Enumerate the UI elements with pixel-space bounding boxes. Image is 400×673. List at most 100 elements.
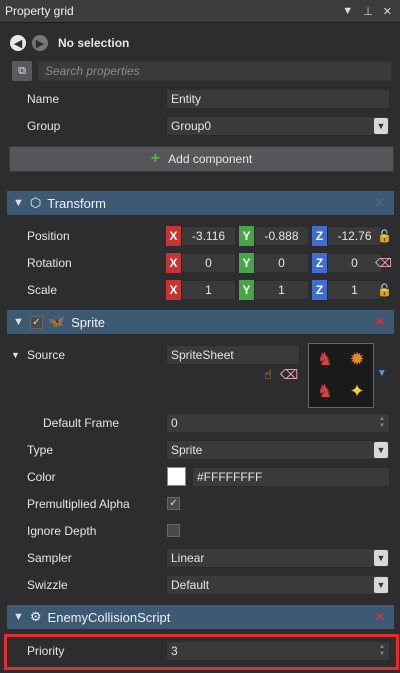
- color-field[interactable]: #FFFFFFFF: [192, 466, 390, 487]
- rotation-row: Rotation X0 Y0 Z0 ⌫: [0, 249, 400, 276]
- color-label: Color: [27, 469, 56, 484]
- scale-vector: X1 Y1 Z1: [166, 279, 390, 300]
- hand-pointer-icon[interactable]: ☝: [264, 367, 272, 383]
- copy-properties-icon[interactable]: ⧉: [12, 61, 32, 81]
- collapse-triangle-icon[interactable]: ▼: [13, 611, 24, 623]
- chevron-down-icon: ▼: [374, 441, 388, 458]
- pin-icon[interactable]: ⊥: [363, 5, 373, 18]
- type-row: Type Sprite ▼: [0, 436, 400, 463]
- scale-y-field[interactable]: 1: [254, 279, 309, 300]
- search-input[interactable]: [38, 61, 392, 81]
- sprite-section-header[interactable]: ▼ ✓ 🦋 Sprite ✕: [7, 310, 394, 334]
- transform-section-header[interactable]: ▼ ⬡ Transform ✕: [7, 191, 394, 215]
- rotation-z-field[interactable]: 0: [327, 252, 382, 273]
- group-label: Group: [27, 118, 61, 133]
- expand-triangle-icon[interactable]: ▼: [11, 350, 20, 360]
- spinner-icon[interactable]: ▲ ▼: [377, 415, 387, 431]
- selection-title: No selection: [58, 36, 130, 50]
- sprite-frame-image: ♞: [316, 380, 334, 401]
- forward-arrow-icon[interactable]: ▶: [32, 35, 48, 51]
- script-section-header[interactable]: ▼ ⚙ EnemyCollisionScript ✕: [7, 605, 394, 629]
- butterfly-icon: 🦋: [48, 314, 66, 329]
- transform-title: Transform: [47, 195, 106, 211]
- position-x-field[interactable]: -3.116: [181, 225, 236, 246]
- default-frame-row: Default Frame 0 ▲ ▼: [0, 409, 400, 436]
- position-z-field[interactable]: -12.76: [327, 225, 382, 246]
- sprite-title: Sprite: [71, 314, 106, 330]
- name-field[interactable]: Entity: [166, 88, 390, 109]
- search-row: ⧉: [0, 59, 400, 83]
- axis-y-label: Y: [239, 252, 254, 273]
- eraser-icon[interactable]: ⌫: [280, 367, 298, 383]
- panel-titlebar: Property grid ▼ ⊥ ✕: [0, 0, 400, 23]
- chevron-down-icon[interactable]: ▼: [342, 5, 353, 18]
- preview-dropdown-icon[interactable]: ▼: [377, 368, 387, 379]
- scale-x-field[interactable]: 1: [181, 279, 236, 300]
- rotation-y-field[interactable]: 0: [254, 252, 309, 273]
- premultiplied-alpha-label: Premultiplied Alpha: [27, 496, 130, 511]
- axis-y-label: Y: [239, 225, 254, 246]
- source-actions: ☝ ⌫: [264, 367, 298, 383]
- sampler-row: Sampler Linear ▼: [0, 544, 400, 571]
- add-component-button[interactable]: + Add component: [9, 146, 394, 172]
- remove-component-icon[interactable]: ✕: [374, 314, 385, 330]
- rotation-x-field[interactable]: 0: [181, 252, 236, 273]
- sampler-dropdown[interactable]: Linear ▼: [166, 547, 390, 568]
- default-frame-label: Default Frame: [43, 415, 120, 430]
- collapse-triangle-icon[interactable]: ▼: [13, 316, 24, 328]
- group-dropdown[interactable]: Group0 ▼: [166, 115, 390, 136]
- swizzle-dropdown[interactable]: Default ▼: [166, 574, 390, 595]
- remove-component-icon[interactable]: ✕: [374, 609, 385, 625]
- close-icon[interactable]: ✕: [383, 5, 392, 18]
- swizzle-label: Swizzle: [27, 577, 68, 592]
- remove-component-icon: ✕: [374, 195, 385, 210]
- type-dropdown[interactable]: Sprite ▼: [166, 439, 390, 460]
- premultiplied-alpha-checkbox[interactable]: ✓: [167, 497, 180, 510]
- name-label: Name: [27, 91, 60, 106]
- scale-label: Scale: [27, 282, 58, 297]
- panel-title: Property grid: [5, 4, 74, 18]
- axis-y-label: Y: [239, 279, 254, 300]
- name-row: Name Entity: [0, 85, 400, 112]
- axis-z-label: Z: [312, 252, 327, 273]
- axis-z-label: Z: [312, 279, 327, 300]
- chevron-down-icon: ▼: [374, 576, 388, 593]
- swizzle-row: Swizzle Default ▼: [0, 571, 400, 598]
- sprite-frame-image: ✦: [349, 380, 365, 401]
- color-row: Color #FFFFFFFF: [0, 463, 400, 490]
- plus-icon: +: [150, 150, 161, 167]
- lock-icon[interactable]: 🔓: [377, 229, 392, 243]
- default-frame-field[interactable]: 0 ▲ ▼: [166, 412, 390, 433]
- navigation-row: ◀ ▶ No selection: [0, 29, 400, 57]
- ignore-depth-row: Ignore Depth: [0, 517, 400, 544]
- eraser-icon[interactable]: ⌫: [375, 256, 392, 270]
- position-vector: X -3.116 Y -0.888 Z -12.76: [166, 225, 390, 246]
- position-label: Position: [27, 228, 70, 243]
- position-row: Position X -3.116 Y -0.888 Z -12.76 🔓: [0, 222, 400, 249]
- rotation-vector: X0 Y0 Z0: [166, 252, 390, 273]
- type-label: Type: [27, 442, 54, 457]
- sprite-enabled-checkbox[interactable]: ✓: [29, 315, 43, 329]
- color-swatch[interactable]: [167, 467, 186, 486]
- back-arrow-icon[interactable]: ◀: [10, 35, 26, 51]
- sampler-label: Sampler: [27, 550, 72, 565]
- group-row: Group Group0 ▼: [0, 112, 400, 139]
- source-field[interactable]: SpriteSheet: [166, 344, 300, 365]
- position-y-field[interactable]: -0.888: [254, 225, 309, 246]
- collapse-triangle-icon[interactable]: ▼: [13, 197, 24, 209]
- axis-x-label: X: [166, 279, 181, 300]
- ignore-depth-label: Ignore Depth: [27, 523, 97, 538]
- cube-icon: ⬡: [29, 195, 42, 210]
- sprite-frame-image: ✹: [349, 349, 365, 370]
- gear-icon: ⚙: [29, 609, 42, 624]
- rotation-label: Rotation: [27, 255, 72, 270]
- scale-row: Scale X1 Y1 Z1 🔓: [0, 276, 400, 303]
- chevron-down-icon: ▼: [374, 549, 388, 566]
- scale-z-field[interactable]: 1: [327, 279, 382, 300]
- axis-x-label: X: [166, 252, 181, 273]
- lock-icon[interactable]: 🔓: [377, 283, 392, 297]
- ignore-depth-checkbox[interactable]: [167, 524, 180, 537]
- sprite-thumbnail[interactable]: ♞ ✹ ♞ ✦: [308, 343, 374, 408]
- sprite-frame-image: ♞: [316, 349, 334, 370]
- priority-highlight: [4, 634, 399, 670]
